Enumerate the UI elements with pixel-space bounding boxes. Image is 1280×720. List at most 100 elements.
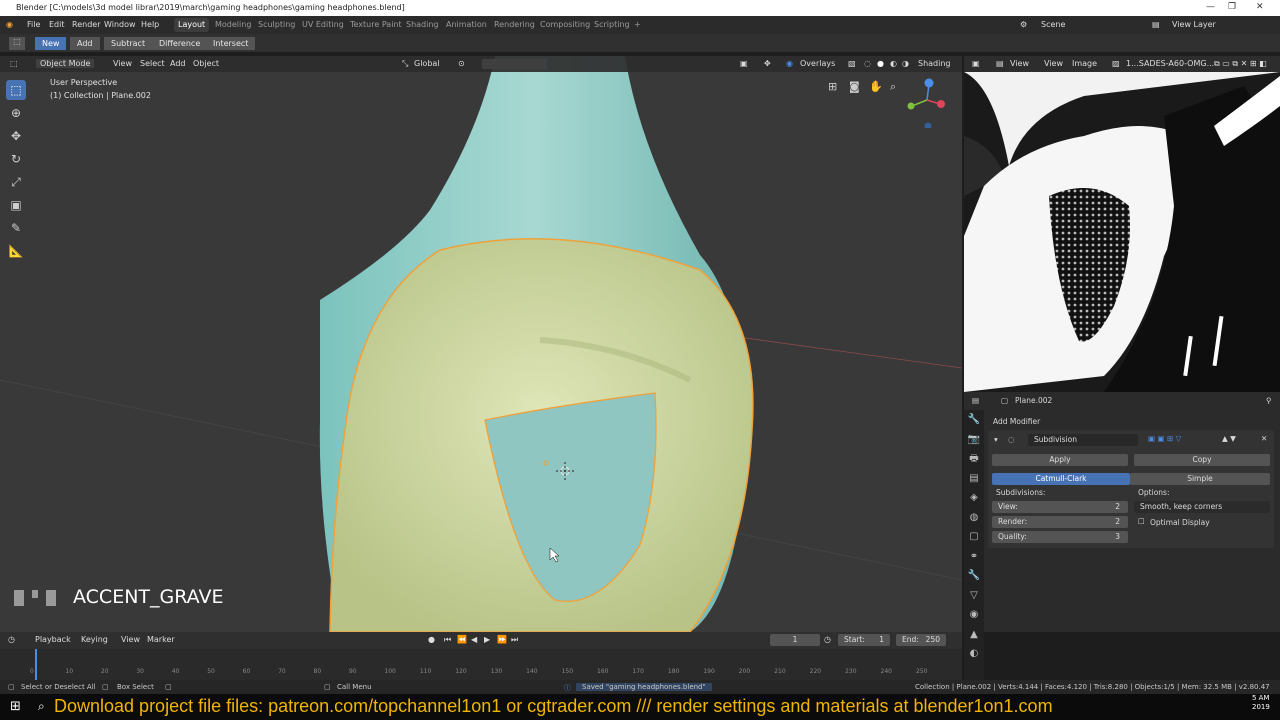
marker-menu[interactable]: Marker [147, 635, 175, 644]
image-view-dropdown[interactable]: View [1010, 59, 1029, 68]
play-reverse-icon[interactable]: ◀ [471, 635, 477, 644]
measure-tool-icon[interactable]: 📐 [6, 241, 26, 261]
tab-rendering[interactable]: Rendering [494, 20, 535, 29]
material-tab-icon[interactable]: ◐ [964, 644, 984, 664]
physics-tab-icon[interactable]: ◉ [964, 605, 984, 625]
tab-shading[interactable]: Shading [406, 20, 439, 29]
keying-menu[interactable]: Keying [81, 635, 108, 644]
quality-field[interactable]: Quality: 3 [992, 531, 1128, 543]
properties-type-icon[interactable]: ▤ [972, 396, 979, 405]
playhead[interactable] [35, 649, 37, 680]
render-levels-field[interactable]: Render: 2 [992, 516, 1128, 528]
maximize-button[interactable]: ❐ [1228, 2, 1236, 12]
select-box-icon[interactable]: ⬚ [6, 80, 26, 100]
editor-type-icon[interactable]: ⬚ [10, 59, 18, 68]
scene-tab-icon[interactable]: ◈ [964, 488, 984, 508]
image-editor-type-icon[interactable]: ▣ [972, 59, 980, 68]
current-frame-field[interactable]: 1 [770, 634, 820, 646]
add-button[interactable]: Add [70, 37, 100, 50]
viewport-menu-add[interactable]: Add [170, 59, 186, 68]
move-modifier-icons[interactable]: ▲ ▼ [1222, 434, 1236, 443]
add-workspace-button[interactable]: + [634, 20, 641, 29]
solid-shading-icon[interactable]: ● [877, 59, 884, 68]
simple-button[interactable]: Simple [1130, 473, 1270, 485]
zoom-icon[interactable]: ⌕ [890, 80, 896, 94]
menu-edit[interactable]: Edit [49, 20, 65, 29]
jump-start-icon[interactable]: ⏮ [444, 635, 451, 645]
modifier-tab-icon[interactable]: 🔧 [964, 566, 984, 586]
move-tool-icon[interactable]: ✥ [6, 126, 26, 146]
jump-end-icon[interactable]: ⏭ [511, 635, 518, 645]
viewport-menu-select[interactable]: Select [140, 59, 165, 68]
object-data-tab-icon[interactable]: ▲ [964, 625, 984, 645]
difference-button[interactable]: Difference [152, 37, 208, 50]
gizmo-toggle-icon[interactable]: ✥ [764, 59, 771, 68]
scene-selector[interactable]: Scene [1041, 20, 1065, 29]
tab-animation[interactable]: Animation [446, 20, 487, 29]
navigation-gizmo[interactable] [900, 76, 950, 128]
prev-keyframe-icon[interactable]: ⏪ [457, 635, 467, 644]
playback-menu[interactable]: Playback [35, 635, 71, 644]
tab-texture-paint[interactable]: Texture Paint [350, 20, 402, 29]
add-modifier-dropdown[interactable]: Add Modifier [993, 417, 1040, 426]
tab-sculpting[interactable]: Sculpting [258, 20, 295, 29]
pan-hand-icon[interactable]: ✋ [869, 80, 883, 93]
shading-dropdown[interactable]: Shading [918, 59, 951, 68]
pin-icon[interactable]: ⚲ [1266, 396, 1272, 405]
constraints-tab-icon[interactable]: ⚭ [964, 547, 984, 567]
select-tool-icon[interactable]: ⬚ [9, 37, 25, 50]
overlays-dropdown[interactable]: Overlays [800, 59, 835, 68]
menu-window[interactable]: Window [104, 20, 136, 29]
minimize-button[interactable]: — [1206, 2, 1215, 12]
next-keyframe-icon[interactable]: ⏩ [497, 635, 507, 644]
copy-button[interactable]: Copy [1134, 454, 1270, 466]
close-button[interactable]: ✕ [1256, 2, 1264, 12]
object-tab-icon[interactable]: ▢ [964, 527, 984, 547]
view-toggle-icon[interactable]: ▤ [996, 59, 1004, 68]
modifier-toggle-icons[interactable]: ▣ ▣ ⊞ ▽ [1148, 434, 1181, 443]
image-browse-icon[interactable]: ▨ [1112, 59, 1120, 68]
orientation-dropdown[interactable]: Global [414, 59, 440, 68]
menu-render[interactable]: Render [72, 20, 100, 29]
rotate-tool-icon[interactable]: ↻ [6, 149, 26, 169]
start-frame-field[interactable]: Start: 1 [838, 634, 890, 646]
search-icon[interactable]: ⌕ [38, 699, 45, 714]
scale-tool-icon[interactable]: ⤢ [6, 172, 26, 192]
view-object-types-icon[interactable]: ▣ [740, 59, 748, 68]
object-mode-dropdown[interactable]: Object Mode [36, 59, 95, 68]
timeline[interactable]: ◷ Playback Keying View Marker ● ⏮ ⏪ ◀ ▶ … [0, 632, 962, 680]
image-menu-view[interactable]: View [1044, 59, 1063, 68]
tab-scripting[interactable]: Scripting [594, 20, 630, 29]
blender-logo-icon[interactable]: ◉ [6, 20, 13, 29]
overlays-icon[interactable]: ◉ [786, 59, 793, 68]
tab-uv-editing[interactable]: UV Editing [302, 20, 344, 29]
optimal-display-checkbox[interactable]: ☐ [1138, 517, 1145, 526]
tool-tab-icon[interactable]: 🔧 [964, 410, 984, 430]
record-icon[interactable]: ● [428, 635, 435, 644]
cursor-tool-icon[interactable]: ⊕ [6, 103, 26, 123]
intersect-button[interactable]: Intersect [206, 37, 256, 50]
uv-smooth-dropdown[interactable]: Smooth, keep corners [1134, 501, 1270, 513]
rendered-shading-icon[interactable]: ◑ [902, 59, 909, 68]
image-editor[interactable] [964, 56, 1280, 392]
annotate-tool-icon[interactable]: ✎ [6, 218, 26, 238]
tab-compositing[interactable]: Compositing [540, 20, 590, 29]
timeline-view-menu[interactable]: View [121, 635, 140, 644]
menu-file[interactable]: File [27, 20, 40, 29]
end-frame-field[interactable]: End: 250 [896, 634, 946, 646]
modifier-name-field[interactable]: Subdivision [1028, 434, 1138, 446]
3d-viewport[interactable]: User Perspective (1) Collection | Plane.… [0, 56, 962, 632]
timeline-type-icon[interactable]: ◷ [8, 635, 15, 644]
xray-icon[interactable]: ▧ [848, 59, 856, 68]
catmull-clark-button[interactable]: Catmull-Clark [992, 473, 1130, 485]
wireframe-shading-icon[interactable]: ◌ [864, 59, 871, 68]
tab-modeling[interactable]: Modeling [215, 20, 251, 29]
remove-modifier-icon[interactable]: ✕ [1261, 434, 1267, 443]
collapse-icon[interactable]: ▾ [994, 435, 998, 444]
camera-view-icon[interactable]: ◙ [849, 80, 860, 93]
world-tab-icon[interactable]: ◍ [964, 508, 984, 528]
subtract-button[interactable]: Subtract [104, 37, 153, 50]
viewport-menu-view[interactable]: View [113, 59, 132, 68]
particles-tab-icon[interactable]: ▽ [964, 586, 984, 606]
render-tab-icon[interactable]: 📷 [964, 430, 984, 450]
